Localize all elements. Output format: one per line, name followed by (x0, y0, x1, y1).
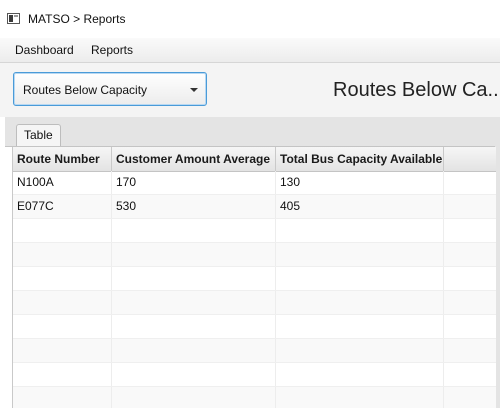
tab-table[interactable]: Table (16, 124, 61, 146)
cell-customer-amount-average: 530 (112, 195, 276, 218)
window-title: MATSO > Reports (28, 12, 126, 26)
empty-cell (13, 291, 112, 314)
table-row[interactable]: N100A 170 130 (13, 171, 496, 195)
empty-row (13, 219, 496, 243)
table-header: Route Number Customer Amount Average Tot… (13, 147, 496, 172)
empty-cell (276, 387, 444, 408)
empty-row (13, 315, 496, 339)
cell-total-bus-capacity: 405 (276, 195, 444, 218)
empty-cell (13, 387, 112, 408)
column-header-customer-amount-average[interactable]: Customer Amount Average (112, 147, 276, 171)
empty-cell (13, 339, 112, 362)
cell-route-number: E077C (13, 195, 112, 218)
empty-row (13, 363, 496, 387)
column-header-total-bus-capacity[interactable]: Total Bus Capacity Available (276, 147, 444, 171)
empty-cell (444, 243, 496, 266)
empty-cell (112, 219, 276, 242)
empty-cell (276, 315, 444, 338)
tab-strip: Table (5, 117, 500, 147)
empty-cell (276, 219, 444, 242)
empty-row (13, 267, 496, 291)
empty-cell (112, 243, 276, 266)
empty-cell (112, 315, 276, 338)
empty-row (13, 243, 496, 267)
empty-cell (444, 315, 496, 338)
empty-cell (112, 291, 276, 314)
empty-cell (444, 339, 496, 362)
empty-cell (13, 267, 112, 290)
empty-cell (112, 387, 276, 408)
table-row[interactable]: E077C 530 405 (13, 195, 496, 219)
empty-cell (276, 363, 444, 386)
empty-cell (112, 363, 276, 386)
report-title: Routes Below Ca... (333, 79, 500, 101)
app-window-icon (7, 13, 20, 24)
empty-cell (112, 267, 276, 290)
empty-cell (276, 267, 444, 290)
cell-filler (444, 171, 496, 194)
empty-row (13, 339, 496, 363)
report-type-selected: Routes Below Capacity (23, 83, 148, 97)
empty-cell (13, 363, 112, 386)
column-header-filler (444, 147, 496, 171)
empty-cell (276, 243, 444, 266)
menu-bar: Dashboard Reports (0, 38, 500, 63)
report-toolbar: Routes Below Capacity Routes Below Ca... (0, 63, 500, 117)
report-table[interactable]: Route Number Customer Amount Average Tot… (12, 147, 496, 408)
column-header-route-number[interactable]: Route Number (13, 147, 112, 171)
empty-cell (444, 219, 496, 242)
empty-cell (444, 363, 496, 386)
cell-customer-amount-average: 170 (112, 171, 276, 194)
empty-cell (444, 291, 496, 314)
cell-filler (444, 195, 496, 218)
empty-cell (444, 267, 496, 290)
title-bar: MATSO > Reports (0, 0, 500, 38)
report-type-dropdown[interactable]: Routes Below Capacity (13, 72, 207, 106)
empty-cell (112, 339, 276, 362)
empty-cell (13, 315, 112, 338)
empty-cell (13, 219, 112, 242)
menu-dashboard[interactable]: Dashboard (15, 43, 74, 57)
empty-cell (13, 243, 112, 266)
empty-cell (444, 387, 496, 408)
empty-row (13, 387, 496, 408)
empty-cell (276, 291, 444, 314)
empty-cell (276, 339, 444, 362)
cell-total-bus-capacity: 130 (276, 171, 444, 194)
chevron-down-icon (190, 88, 198, 92)
menu-reports[interactable]: Reports (91, 43, 133, 57)
cell-route-number: N100A (13, 171, 112, 194)
empty-row (13, 291, 496, 315)
